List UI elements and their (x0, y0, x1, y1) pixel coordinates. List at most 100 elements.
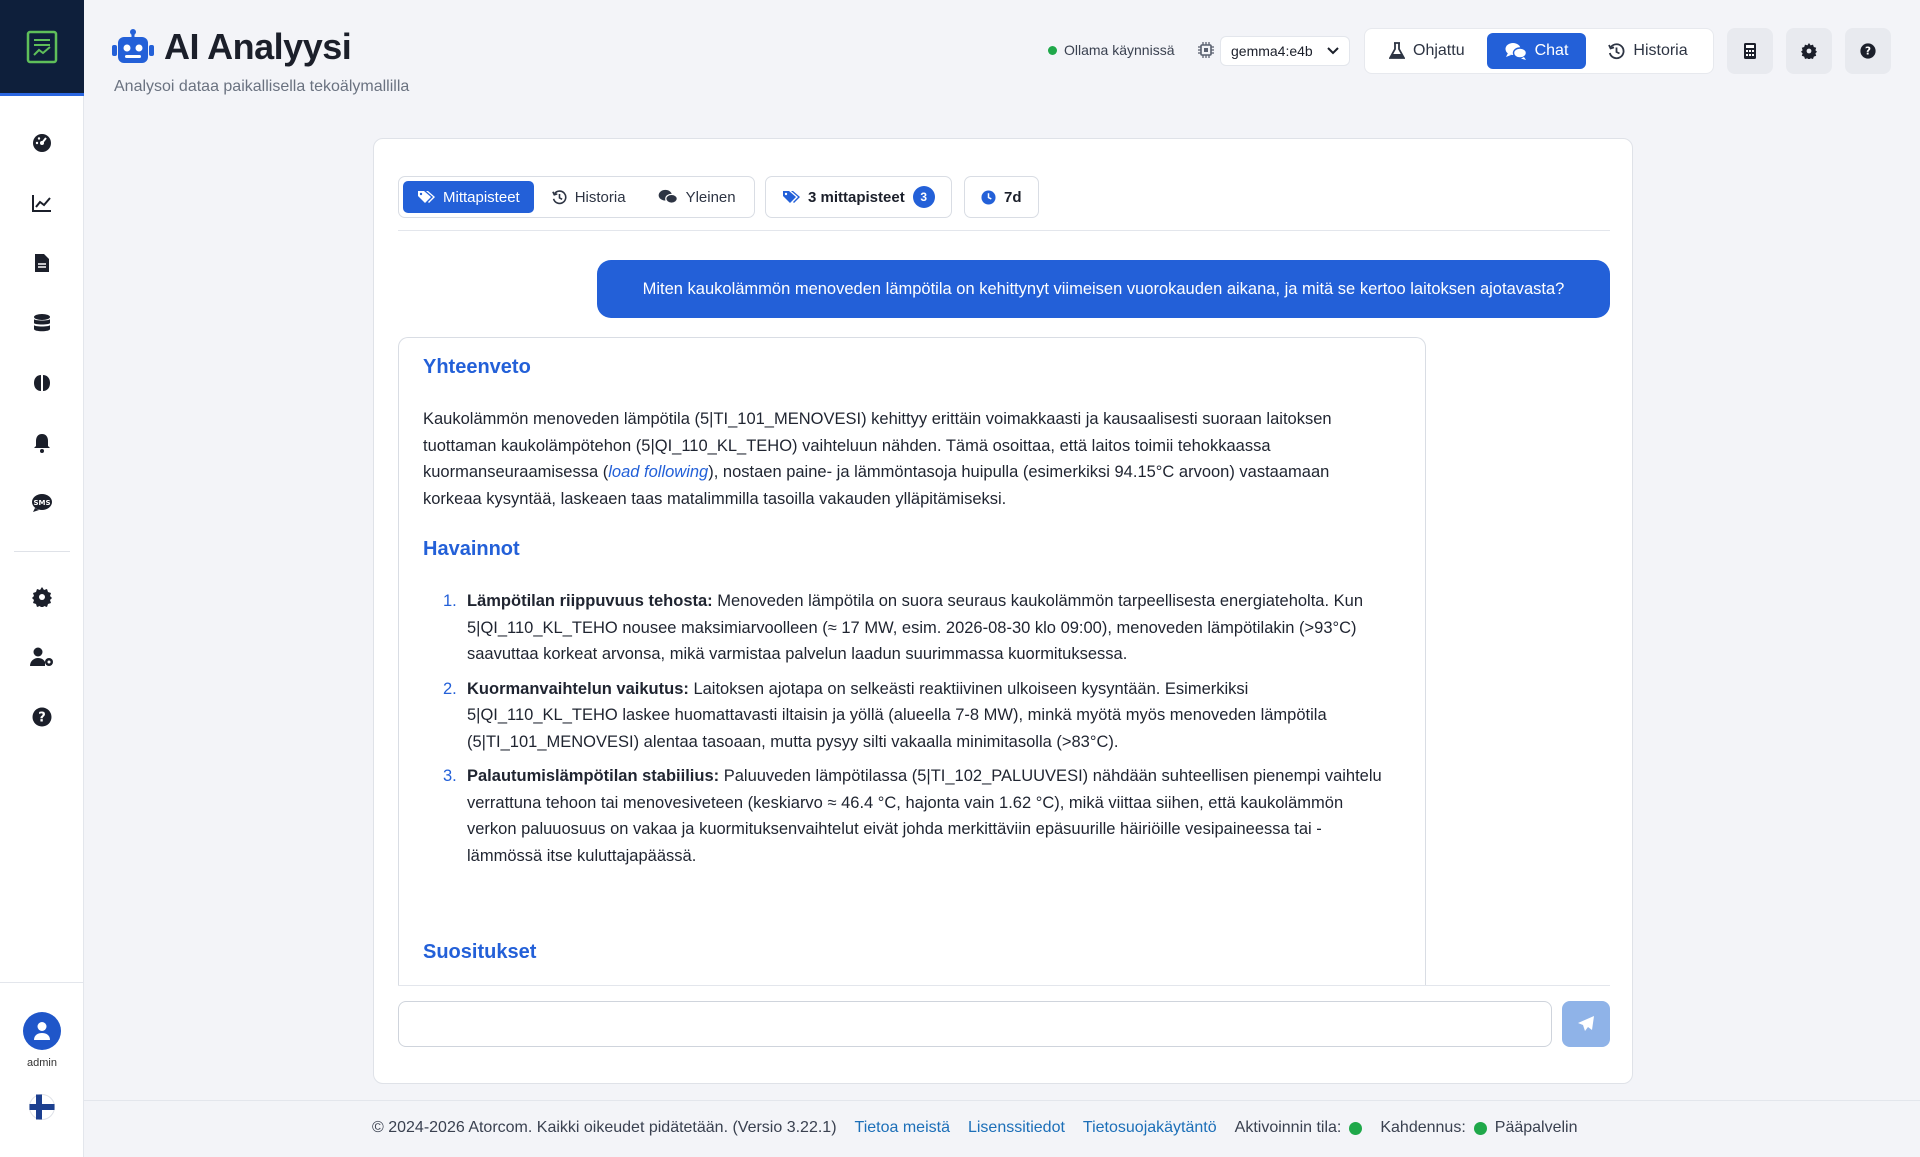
footer-link-licenses[interactable]: Lisenssitiedot (968, 1119, 1065, 1137)
mode-historia-label: Historia (1633, 42, 1688, 59)
nav-help[interactable]: ? (0, 697, 84, 737)
cpu-chip-icon (1198, 42, 1214, 63)
tab-mittapisteet[interactable]: Mittapisteet (403, 181, 534, 213)
robot-icon (112, 29, 154, 63)
time-range-button[interactable]: 7d (964, 176, 1039, 218)
page-subtitle: Analysoi dataa paikallisella tekoälymall… (114, 78, 410, 95)
help-icon: ? (32, 707, 52, 727)
username: admin (27, 1057, 57, 1069)
chat-bubbles-icon (1505, 43, 1527, 60)
mode-historia-button[interactable]: Historia (1590, 33, 1705, 69)
bell-icon (34, 434, 50, 453)
svg-text:?: ? (38, 711, 46, 726)
sidebar: SMS ? admin (0, 0, 84, 1157)
status-text: Ollama käynnissä (1064, 42, 1175, 58)
database-icon (34, 314, 50, 332)
selected-points-label: 3 mittapisteet (808, 188, 905, 206)
brain-icon (34, 375, 50, 391)
finland-flag-icon (29, 1094, 55, 1120)
model-select[interactable]: gemma4:e4b (1220, 36, 1350, 66)
server-label: Pääpalvelin (1494, 1119, 1578, 1136)
selected-points-button[interactable]: 3 mittapisteet 3 (765, 176, 952, 218)
paper-plane-icon (1578, 1016, 1594, 1031)
language-flag-fi[interactable] (28, 1094, 56, 1120)
gear-icon (32, 587, 52, 607)
nav-ai[interactable] (0, 363, 84, 403)
footer-link-privacy[interactable]: Tietosuojakäytäntö (1083, 1119, 1217, 1137)
copyright-text: © 2024-2026 Atorcom. Kaikki oikeudet pid… (372, 1119, 837, 1136)
nav-settings[interactable] (0, 577, 84, 617)
nav-dashboard[interactable] (0, 123, 84, 163)
tab-yleinen[interactable]: Yleinen (644, 181, 750, 213)
footer-link-about[interactable]: Tietoa meistä (855, 1119, 950, 1137)
nav-alarms[interactable] (0, 423, 84, 463)
gear-icon (1801, 43, 1817, 59)
nav-reports[interactable] (0, 243, 84, 283)
mode-ohjattu-label: Ohjattu (1413, 42, 1465, 59)
footer: © 2024-2026 Atorcom. Kaikki oikeudet pid… (372, 1119, 1578, 1137)
user-message: Miten kaukolämmön menoveden lämpötila on… (597, 260, 1610, 318)
list-item: 1. Lämpötilan riippuvuus tehosta: Menoved… (443, 592, 1363, 663)
tab-historia-label: Historia (574, 188, 626, 206)
activation-status: Aktivoinnin tila: (1235, 1119, 1363, 1137)
redundancy-ok-dot (1473, 1121, 1487, 1135)
help-icon: ? (1860, 43, 1876, 59)
status-ok-dot (1048, 45, 1057, 55)
line-chart-icon (32, 195, 51, 212)
model-select-value: gemma4:e4b (1231, 43, 1313, 59)
activation-label: Aktivoinnin tila: (1234, 1119, 1342, 1136)
mode-chat-button[interactable]: Chat (1486, 33, 1587, 69)
tags-icon (418, 191, 435, 203)
chat-input[interactable] (398, 1001, 1552, 1047)
report-logo-icon (26, 30, 58, 63)
mode-ohjattu-button[interactable]: Ohjattu (1371, 33, 1483, 69)
calculator-button[interactable] (1727, 28, 1773, 74)
page-title: AI Analyysi (164, 26, 352, 67)
calculator-icon (1744, 43, 1756, 59)
svg-text:?: ? (1865, 46, 1871, 58)
help-button[interactable]: ? (1845, 28, 1891, 74)
findings-list: 1. Lämpötilan riippuvuus tehosta: Menoved… (423, 588, 1383, 877)
flask-icon (1389, 42, 1405, 59)
svg-text:SMS: SMS (33, 499, 50, 507)
sidebar-divider (14, 551, 70, 552)
footer-divider (84, 1100, 1920, 1101)
nav-users[interactable] (0, 637, 84, 677)
document-icon (35, 254, 49, 272)
list-item: 2. Kuormanvaihtelun vaikutus: Laitoksen a… (443, 679, 1327, 751)
tags-icon (783, 191, 800, 203)
nav-database[interactable] (0, 303, 84, 343)
user-settings-icon (30, 647, 53, 666)
input-divider (398, 985, 1610, 986)
time-range-label: 7d (1004, 188, 1022, 206)
recommendations-heading: Suositukset (423, 941, 537, 963)
chat-card: Mittapisteet Historia Yleinen 3 mittapis… (373, 138, 1633, 1084)
nav-sms[interactable]: SMS (0, 483, 84, 523)
send-button[interactable] (1562, 1001, 1610, 1047)
sidebar-bottom-divider (0, 982, 84, 983)
list-item: 3. Palautumislämpötilan stabiilius: Paluu… (443, 767, 1382, 865)
avatar[interactable] (23, 1012, 61, 1050)
redundancy-label: Kahdennus: (1380, 1119, 1466, 1136)
activation-ok-dot (1349, 1121, 1363, 1135)
page-header: AI Analyysi (112, 26, 352, 68)
toolbar-divider (398, 230, 1610, 231)
comments-icon (658, 189, 678, 204)
assistant-message: Yhteenveto Kaukolämmön menoveden lämpöti… (398, 337, 1426, 985)
tab-historia[interactable]: Historia (538, 181, 640, 213)
ollama-status: Ollama käynnissä (1048, 42, 1175, 58)
tab-mittapisteet-label: Mittapisteet (443, 188, 520, 206)
mode-switcher: Ohjattu Chat Historia (1364, 28, 1714, 74)
mode-chat-label: Chat (1534, 42, 1569, 59)
app-logo[interactable] (0, 0, 84, 96)
settings-button[interactable] (1786, 28, 1832, 74)
summary-emphasis: load following (608, 463, 709, 481)
chevron-down-icon (1327, 47, 1339, 55)
context-tabs: Mittapisteet Historia Yleinen (398, 176, 755, 218)
nav-trends[interactable] (0, 183, 84, 223)
findings-heading: Havainnot (423, 538, 520, 560)
history-icon (551, 189, 567, 204)
history-icon (1608, 42, 1625, 59)
tab-yleinen-label: Yleinen (685, 188, 736, 206)
points-count-badge: 3 (912, 186, 935, 208)
